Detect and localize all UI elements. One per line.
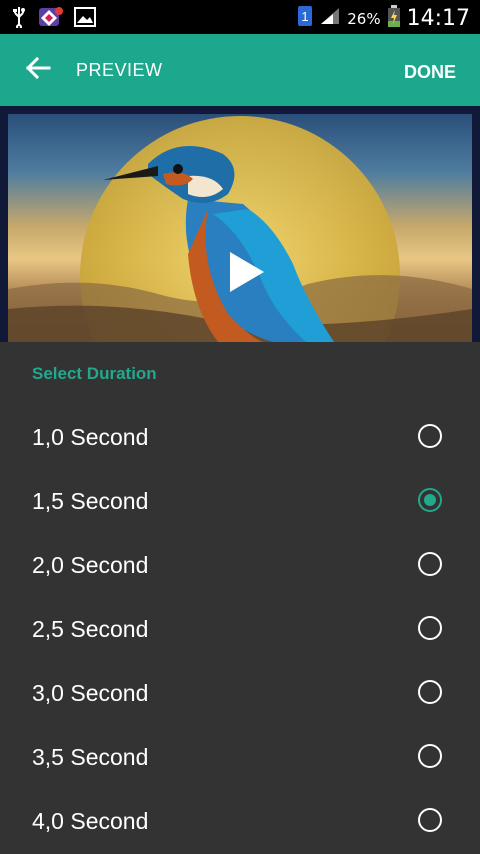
duration-option-label: 3,5 Second [32,744,149,770]
duration-option-label: 1,5 Second [32,488,149,514]
clock: 14:17 [406,6,470,31]
duration-option-label: 2,5 Second [32,616,149,642]
radio-button[interactable] [418,680,442,704]
status-bar: 1 26% 14:17 [0,0,480,34]
page-title: PREVIEW [76,60,163,80]
duration-option-label: 4,0 Second [32,808,149,834]
duration-option[interactable]: 1,5 Second [0,470,480,534]
duration-option-label: 1,0 Second [32,424,149,450]
preview-area [0,106,480,348]
signal-icon [319,6,341,31]
radio-button[interactable] [418,808,442,832]
duration-option[interactable]: 3,0 Second [0,662,480,726]
sim-badge: 1 [302,9,309,24]
play-icon [222,252,270,300]
duration-option[interactable]: 2,0 Second [0,534,480,598]
back-button[interactable] [18,54,58,86]
app-notification-icon [38,5,64,34]
app-bar: PREVIEW DONE [0,34,480,106]
duration-option[interactable]: 1,0 Second [0,406,480,470]
play-button[interactable] [222,248,270,296]
radio-button[interactable] [418,744,442,768]
sim-icon: 1 [297,5,313,32]
done-button[interactable]: DONE [404,62,456,83]
radio-button[interactable] [418,488,442,512]
usb-icon [10,6,28,33]
kingfisher-illustration [8,146,472,348]
duration-option[interactable]: 2,5 Second [0,598,480,662]
duration-option-label: 2,0 Second [32,552,149,578]
preview-image [8,114,472,348]
duration-option[interactable]: 4,0 Second [0,790,480,854]
status-right-icons: 1 26% 14:17 [297,4,470,33]
radio-button[interactable] [418,616,442,640]
battery-percent: 26% [347,9,381,28]
status-left-icons [10,5,96,34]
duration-panel: Select Duration 1,0 Second 1,5 Second 2,… [0,342,480,853]
duration-option-label: 3,0 Second [32,680,149,706]
battery-charging-icon [387,4,401,33]
radio-button[interactable] [418,552,442,576]
radio-button[interactable] [418,424,442,448]
duration-option[interactable]: 3,5 Second [0,726,480,790]
section-title: Select Duration [32,364,157,383]
image-notification-icon [74,7,96,32]
arrow-left-icon [25,56,51,84]
